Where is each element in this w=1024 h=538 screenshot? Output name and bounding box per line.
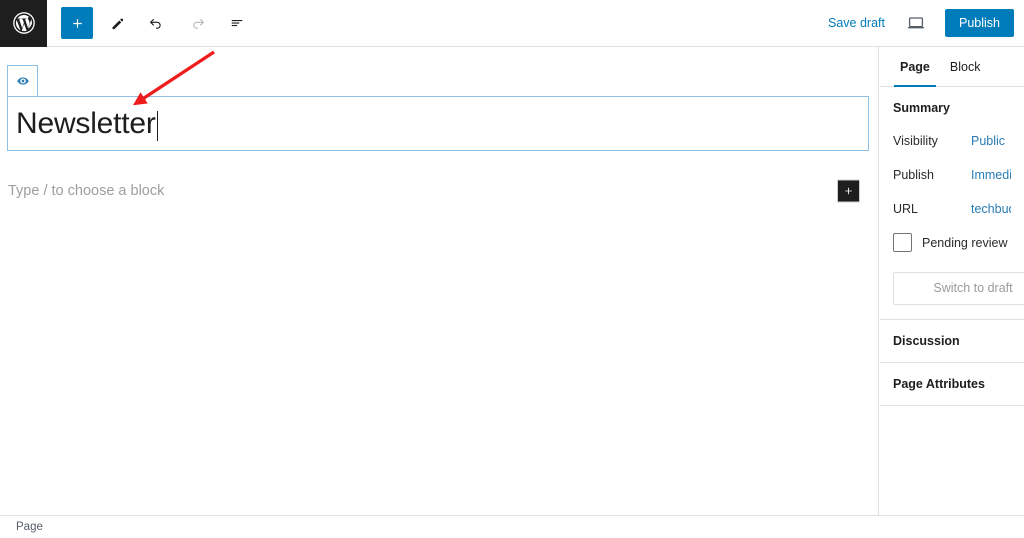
settings-sidebar: Page Block Summary Visibility Public Pub…: [880, 47, 1024, 515]
eye-icon[interactable]: [7, 65, 38, 96]
pending-review-row[interactable]: Pending review: [893, 233, 1011, 252]
pending-review-checkbox[interactable]: [893, 233, 912, 252]
tools-pencil-button[interactable]: [101, 7, 133, 39]
tab-page[interactable]: Page: [890, 47, 940, 87]
editor-status-bar: Page: [0, 515, 1024, 538]
summary-row-visibility: Visibility Public: [893, 131, 1011, 151]
page-attributes-label: Page Attributes: [893, 377, 985, 391]
desktop-preview-icon[interactable]: [901, 8, 931, 38]
add-block-button[interactable]: [61, 7, 93, 39]
page-title-text: Newsletter: [16, 106, 156, 140]
visibility-value[interactable]: Public: [971, 134, 1005, 148]
summary-panel-title: Summary: [893, 101, 950, 115]
empty-paragraph-block[interactable]: Type / to choose a block: [0, 171, 878, 211]
wordpress-logo-icon[interactable]: [0, 0, 47, 47]
breadcrumb[interactable]: Page: [0, 521, 43, 533]
summary-panel: Summary Visibility Public Publish Immedi…: [880, 87, 1024, 272]
url-label: URL: [893, 202, 919, 216]
panel-discussion[interactable]: Discussion: [880, 320, 1024, 362]
discussion-label: Discussion: [893, 334, 960, 348]
publish-label: Publish: [893, 168, 934, 182]
redo-button[interactable]: [181, 7, 213, 39]
pending-review-label: Pending review: [922, 235, 1008, 250]
summary-row-url: URL techbuddy.: [893, 199, 1011, 219]
switch-to-draft-button[interactable]: Switch to draft: [893, 272, 1024, 305]
save-draft-button[interactable]: Save draft: [826, 12, 887, 34]
panel-page-attributes[interactable]: Page Attributes: [880, 363, 1024, 405]
toolbar-actions-group: Save draft Publish: [826, 0, 1024, 47]
publish-button[interactable]: Publish: [945, 8, 1014, 38]
editor-canvas: Newsletter Type / to choose a block: [0, 47, 879, 515]
list-view-button[interactable]: [221, 7, 253, 39]
visibility-label: Visibility: [893, 134, 938, 148]
editor-top-toolbar: Save draft Publish: [0, 0, 1024, 47]
undo-button[interactable]: [141, 7, 173, 39]
sidebar-tabs: Page Block: [880, 47, 1024, 87]
paragraph-placeholder: Type / to choose a block: [8, 183, 165, 199]
publish-value[interactable]: Immediately: [971, 168, 1011, 182]
wordpress-block-editor: Save draft Publish Newsletter Type / to …: [0, 0, 1024, 538]
page-title-input[interactable]: Newsletter: [7, 96, 869, 151]
toolbar-tool-group: [47, 0, 253, 47]
tab-block[interactable]: Block: [940, 47, 991, 86]
summary-row-publish: Publish Immediately: [893, 165, 1011, 185]
block-inserter-button[interactable]: [837, 179, 860, 203]
url-value[interactable]: techbuddy.: [971, 202, 1011, 216]
sidebar-divider: [880, 405, 1024, 406]
text-cursor: [156, 110, 158, 141]
